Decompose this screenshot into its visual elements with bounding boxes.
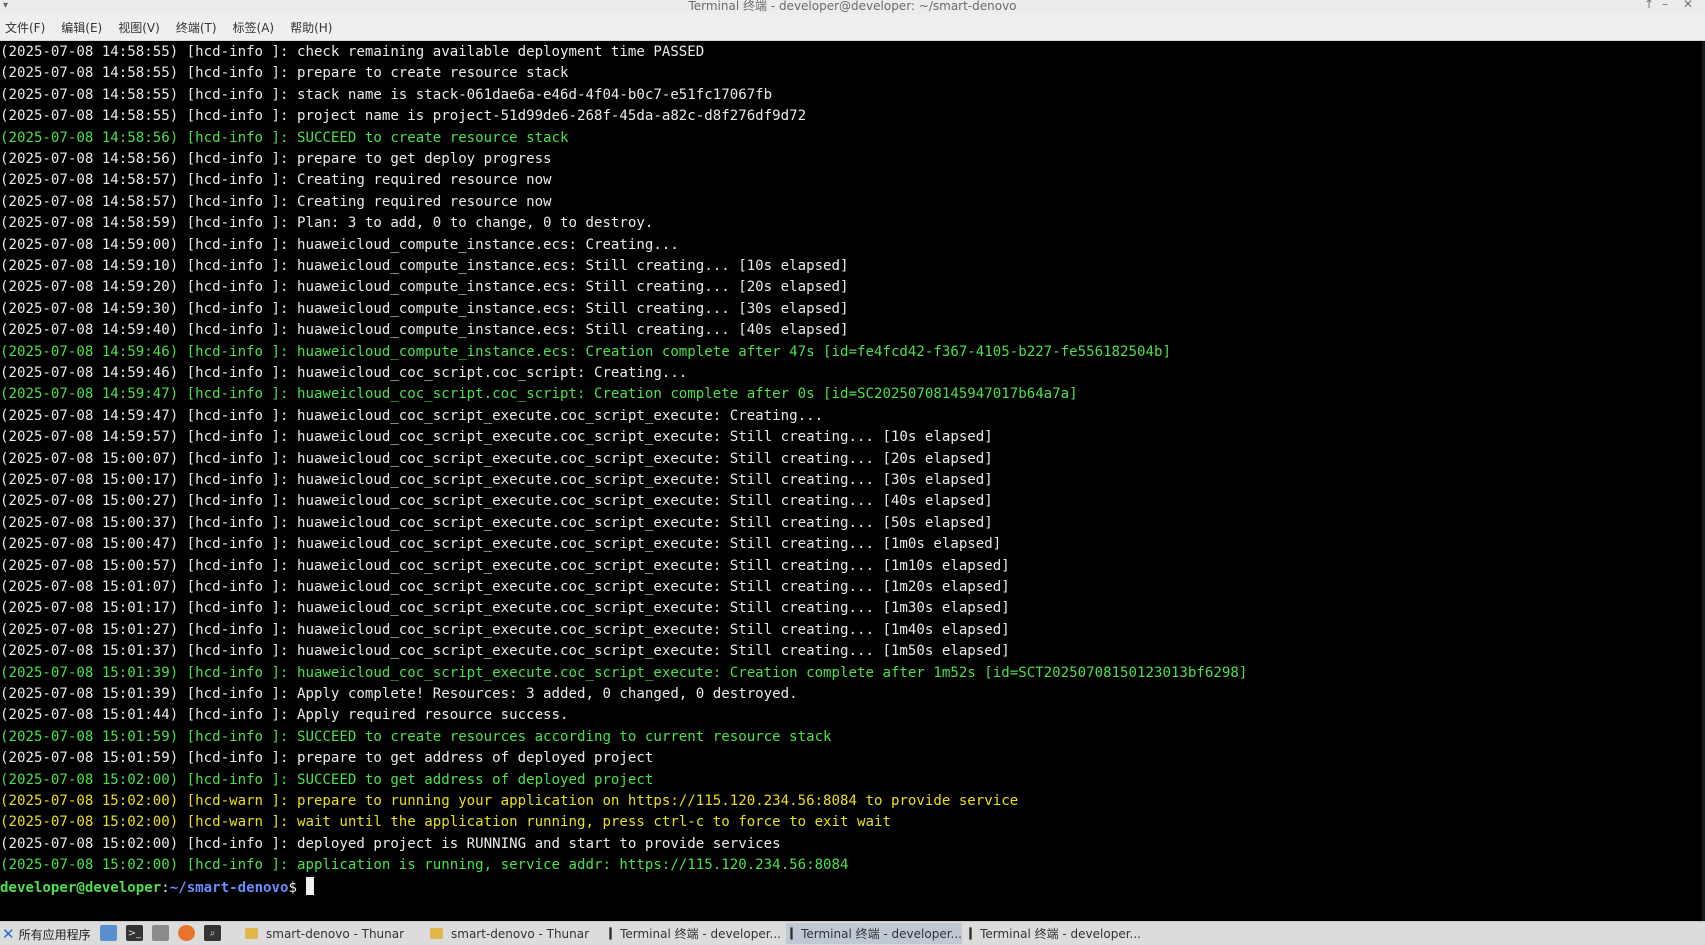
taskbar-task[interactable]: Terminal 终端 - developer... bbox=[605, 923, 781, 944]
terminal-output[interactable]: (2025-07-08 14:58:55) [hcd-info ]: check… bbox=[0, 41, 1702, 921]
terminal-icon bbox=[969, 927, 973, 940]
terminal-line: (2025-07-08 14:59:10) [hcd-info ]: huawe… bbox=[0, 258, 849, 274]
show-desktop-icon[interactable] bbox=[100, 925, 117, 941]
terminal-line: (2025-07-08 15:01:37) [hcd-info ]: huawe… bbox=[0, 643, 1010, 660]
close-icon[interactable]: ✕ bbox=[1683, 0, 1693, 11]
terminal-line: (2025-07-08 15:00:47) [hcd-info ]: huawe… bbox=[0, 536, 1002, 553]
menu-tabs[interactable]: 标签(A) bbox=[233, 19, 275, 36]
minimize-icon[interactable]: – bbox=[1662, 0, 1668, 11]
taskbar-task[interactable]: Terminal 终端 - developer... bbox=[965, 923, 1141, 944]
applications-menu-label: 所有应用程序 bbox=[18, 927, 91, 942]
prompt-symbol: $ bbox=[288, 879, 298, 896]
applications-menu-button[interactable]: ✕ 所有应用程序 bbox=[0, 924, 91, 944]
terminal-line: (2025-07-08 15:02:00) [hcd-warn ]: wait … bbox=[0, 814, 891, 831]
terminal-line: (2025-07-08 14:59:00) [hcd-info ]: huawe… bbox=[0, 236, 679, 253]
terminal-icon bbox=[609, 927, 613, 940]
terminal-line: (2025-07-08 15:02:00) [hcd-info ]: appli… bbox=[0, 857, 849, 874]
terminal-line: (2025-07-08 14:59:47) [hcd-info ]: huawe… bbox=[0, 386, 1078, 403]
terminal-line: (2025-07-08 14:59:20) [hcd-info ]: huawe… bbox=[0, 279, 849, 296]
menu-terminal[interactable]: 终端(T) bbox=[176, 19, 217, 36]
terminal-line: (2025-07-08 15:01:59) [hcd-info ]: SUCCE… bbox=[0, 728, 832, 745]
terminal-line: (2025-07-08 14:59:46) [hcd-info ]: huawe… bbox=[0, 365, 688, 381]
terminal-line: (2025-07-08 14:59:46) [hcd-info ]: huawe… bbox=[0, 343, 1171, 360]
terminal-line: (2025-07-08 14:58:56) [hcd-info ]: prepa… bbox=[0, 151, 552, 167]
taskbar-task[interactable]: smart-denovo - Thunar bbox=[426, 923, 602, 944]
firefox-launcher-icon[interactable] bbox=[178, 925, 195, 941]
terminal-line: (2025-07-08 14:58:55) [hcd-info ]: check… bbox=[0, 44, 705, 60]
file-manager-launcher-icon[interactable] bbox=[152, 925, 169, 941]
menu-view[interactable]: 视图(V) bbox=[118, 19, 160, 36]
terminal-line: (2025-07-08 15:01:27) [hcd-info ]: huawe… bbox=[0, 621, 1010, 638]
terminal-line: (2025-07-08 15:02:00) [hcd-warn ]: prepa… bbox=[0, 793, 1019, 809]
prompt-path: ~/smart-denovo bbox=[169, 879, 289, 896]
shell-prompt[interactable]: developer@developer:~/smart-denovo$ bbox=[0, 876, 315, 898]
terminal-line: (2025-07-08 14:58:56) [hcd-info ]: SUCCE… bbox=[0, 129, 569, 146]
prompt-separator: : bbox=[161, 879, 170, 896]
text-cursor bbox=[306, 876, 315, 895]
menu-edit[interactable]: 编辑(E) bbox=[61, 19, 102, 36]
taskbar-task-label: smart-denovo - Thunar bbox=[451, 926, 590, 941]
taskbar-task-label: Terminal 终端 - developer... bbox=[801, 927, 962, 941]
folder-icon bbox=[430, 928, 443, 939]
terminal-line: (2025-07-08 15:01:39) [hcd-info ]: Apply… bbox=[0, 686, 798, 702]
terminal-line: (2025-07-08 14:58:55) [hcd-info ]: stack… bbox=[0, 86, 773, 103]
terminal-line: (2025-07-08 15:02:00) [hcd-info ]: SUCCE… bbox=[0, 771, 654, 788]
terminal-line: (2025-07-08 15:00:27) [hcd-info ]: huawe… bbox=[0, 493, 993, 510]
folder-icon bbox=[245, 928, 258, 939]
taskbar-task[interactable]: smart-denovo - Thunar bbox=[241, 923, 417, 944]
terminal-line: (2025-07-08 15:00:07) [hcd-info ]: huawe… bbox=[0, 450, 993, 467]
window-titlebar[interactable]: ▾ Terminal 终端 - developer@developer: ~/s… bbox=[0, 0, 1705, 14]
search-launcher-icon[interactable]: ⌕ bbox=[204, 925, 221, 941]
terminal-line: (2025-07-08 14:58:57) [hcd-info ]: Creat… bbox=[0, 172, 552, 189]
taskbar: ✕ 所有应用程序 >_ ⌕ smart-denovo - Thunar smart… bbox=[0, 921, 1705, 945]
terminal-line: (2025-07-08 15:02:00) [hcd-info ]: deplo… bbox=[0, 835, 781, 852]
terminal-line: (2025-07-08 15:00:37) [hcd-info ]: huawe… bbox=[0, 514, 993, 531]
quick-launch: >_ ⌕ bbox=[100, 925, 230, 941]
window-title: Terminal 终端 - developer@developer: ~/sma… bbox=[688, 0, 1017, 13]
terminal-line: (2025-07-08 14:58:59) [hcd-info ]: Plan:… bbox=[0, 215, 654, 232]
taskbar-task-label: Terminal 终端 - developer... bbox=[980, 927, 1141, 941]
terminal-line: (2025-07-08 15:01:17) [hcd-info ]: huawe… bbox=[0, 600, 1010, 617]
terminal-line: (2025-07-08 14:59:40) [hcd-info ]: huawe… bbox=[0, 322, 849, 339]
xfce-logo-icon: ✕ bbox=[2, 925, 15, 943]
terminal-icon bbox=[790, 927, 794, 940]
terminal-line: (2025-07-08 14:58:55) [hcd-info ]: proje… bbox=[0, 108, 807, 125]
taskbar-task-label: smart-denovo - Thunar bbox=[266, 926, 405, 941]
terminal-line: (2025-07-08 15:01:07) [hcd-info ]: huawe… bbox=[0, 579, 1010, 595]
terminal-line: (2025-07-08 14:58:57) [hcd-info ]: Creat… bbox=[0, 193, 552, 210]
taskbar-task-label: Terminal 终端 - developer... bbox=[620, 927, 781, 941]
terminal-line: (2025-07-08 15:01:39) [hcd-info ]: huawe… bbox=[0, 664, 1248, 681]
menu-help[interactable]: 帮助(H) bbox=[290, 19, 332, 36]
menu-file[interactable]: 文件(F) bbox=[5, 19, 45, 36]
terminal-line: (2025-07-08 15:01:59) [hcd-info ]: prepa… bbox=[0, 750, 654, 767]
prompt-user: developer@developer bbox=[0, 879, 162, 896]
terminal-line: (2025-07-08 15:00:17) [hcd-info ]: huawe… bbox=[0, 472, 993, 488]
terminal-line: (2025-07-08 14:58:55) [hcd-info ]: prepa… bbox=[0, 65, 569, 82]
terminal-launcher-icon[interactable]: >_ bbox=[126, 925, 143, 941]
terminal-line: (2025-07-08 15:00:57) [hcd-info ]: huawe… bbox=[0, 557, 1010, 574]
terminal-line: (2025-07-08 14:59:47) [hcd-info ]: huawe… bbox=[0, 407, 824, 424]
taskbar-task[interactable]: Terminal 终端 - developer... bbox=[786, 923, 962, 944]
window-pin-icon[interactable]: ↑ bbox=[1644, 0, 1654, 11]
terminal-line: (2025-07-08 15:01:44) [hcd-info ]: Apply… bbox=[0, 707, 569, 724]
terminal-line: (2025-07-08 14:59:30) [hcd-info ]: huawe… bbox=[0, 300, 849, 317]
menu-bar: 文件(F) 编辑(E) 视图(V) 终端(T) 标签(A) 帮助(H) bbox=[0, 14, 1705, 41]
terminal-line: (2025-07-08 14:59:57) [hcd-info ]: huawe… bbox=[0, 429, 993, 446]
